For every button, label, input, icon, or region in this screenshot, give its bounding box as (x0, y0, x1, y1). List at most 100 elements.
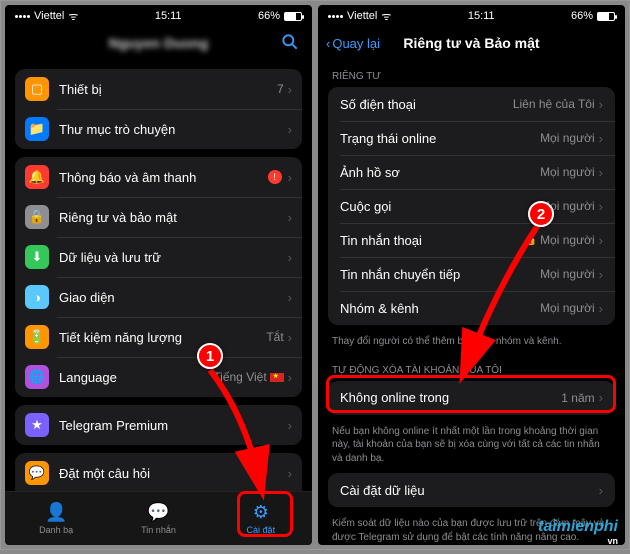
row-delete-account-if-away[interactable]: Không online trong 1 năm › (328, 381, 615, 415)
tab-bar: 👤 Danh bạ 💬 Tin nhắn ⚙ Cài đặt (5, 491, 312, 545)
globe-icon: 🌐 (25, 365, 49, 389)
row-voice-messages[interactable]: Tin nhắn thoại 🔒Mọi người › (328, 223, 615, 257)
messages-icon: 💬 (147, 502, 169, 523)
privacy-scroll: Riêng tư Số điện thoại Liên hệ của Tôi ›… (318, 61, 625, 545)
back-button[interactable]: ‹ Quay lại (326, 36, 380, 51)
row-label: Tin nhắn thoại (340, 233, 525, 248)
chevron-icon: › (288, 122, 292, 137)
flag-vn-icon (270, 373, 284, 382)
row-label: Telegram Premium (59, 418, 288, 433)
row-value: 7 (277, 82, 284, 96)
row-label: Cài đặt dữ liệu (340, 483, 599, 498)
section-autodelete-label: TỰ ĐỘNG XÓA TÀI KHOẢN CỦA TÔI (318, 355, 625, 379)
tab-label: Danh bạ (39, 525, 73, 535)
chevron-icon: › (599, 390, 603, 405)
lock-icon: 🔒 (25, 205, 49, 229)
tab-settings[interactable]: ⚙ Cài đặt (210, 492, 312, 545)
wifi-icon: ᯤ (68, 9, 78, 24)
data-icon: ⬇ (25, 245, 49, 269)
row-phone-number[interactable]: Số điện thoại Liên hệ của Tôi › (328, 87, 615, 121)
chevron-icon: › (599, 267, 603, 282)
row-profile-photo[interactable]: Ảnh hồ sơ Mọi người › (328, 155, 615, 189)
chevron-icon: › (288, 290, 292, 305)
chevron-icon: › (599, 165, 603, 180)
battery-icon (597, 12, 615, 21)
chevron-icon: › (288, 466, 292, 481)
row-premium[interactable]: ★ Telegram Premium › (15, 405, 302, 445)
autodelete-desc: Nếu bạn không online ít nhất một lần tro… (318, 421, 625, 472)
row-label: Thông báo và âm thanh (59, 170, 268, 185)
carrier-label: Viettel (34, 10, 64, 22)
row-label: Thư mục trò chuyện (59, 122, 288, 137)
header: ‹ Quay lại Riêng tư và Bảo mật (318, 25, 625, 61)
chevron-icon: › (599, 483, 603, 498)
badge-icon: ! (268, 170, 282, 184)
chevron-icon: › (599, 199, 603, 214)
row-label: Tiết kiệm năng lượng (59, 330, 266, 345)
gear-icon: ⚙ (253, 502, 269, 523)
devices-icon: ▢ (25, 77, 49, 101)
status-bar: Viettel ᯤ 15:11 66% (318, 5, 625, 25)
row-groups-channels[interactable]: Nhóm & kênh Mọi người › (328, 291, 615, 325)
row-value: Tiếng Việt (213, 370, 283, 384)
battery-percent: 66% (571, 10, 593, 22)
watermark: taimienphivn (538, 518, 618, 546)
row-privacy[interactable]: 🔒 Riêng tư và bảo mật › (15, 197, 302, 237)
chevron-icon: › (599, 97, 603, 112)
row-value: Mọi người (540, 267, 595, 281)
page-title: Riêng tư và Bảo mật (403, 35, 539, 51)
tab-messages[interactable]: 💬 Tin nhắn (107, 492, 209, 545)
row-value: Liên hệ của Tôi (513, 97, 595, 111)
tab-contacts[interactable]: 👤 Danh bạ (5, 492, 107, 545)
row-calls[interactable]: Cuộc gọi Mọi người › (328, 189, 615, 223)
chevron-icon: › (599, 131, 603, 146)
row-appearance[interactable]: ◑ Giao diện › (15, 277, 302, 317)
battery-icon (284, 12, 302, 21)
phone-left-settings: Viettel ᯤ 15:11 66% Nguyen Duong ▢ Thiết… (5, 5, 312, 545)
row-value: Mọi người (540, 131, 595, 145)
chevron-icon: › (288, 210, 292, 225)
row-last-seen[interactable]: Trạng thái online Mọi người › (328, 121, 615, 155)
row-chat-folders[interactable]: 📁 Thư mục trò chuyện › (15, 109, 302, 149)
battery-icon: 🔋 (25, 325, 49, 349)
signal-icon (15, 15, 30, 18)
contacts-icon: 👤 (45, 502, 67, 523)
chat-icon: 💬 (25, 461, 49, 485)
row-data-storage[interactable]: ⬇ Dữ liệu và lưu trữ › (15, 237, 302, 277)
status-time: 15:11 (155, 10, 182, 22)
chevron-icon: › (288, 250, 292, 265)
bell-icon: 🔔 (25, 165, 49, 189)
privacy-desc: Thay đổi người có thể thêm bạn vào nhóm … (318, 331, 625, 355)
header: Nguyen Duong (5, 25, 312, 61)
row-value: 1 năm (561, 391, 594, 405)
tab-label: Tin nhắn (141, 525, 176, 535)
row-label: Giao diện (59, 290, 288, 305)
row-label: Dữ liệu và lưu trữ (59, 250, 288, 265)
wifi-icon: ᯤ (381, 9, 391, 24)
row-power-saving[interactable]: 🔋 Tiết kiệm năng lượng Tắt › (15, 317, 302, 357)
chevron-icon: › (288, 418, 292, 433)
row-label: Nhóm & kênh (340, 301, 540, 316)
row-data-settings[interactable]: Cài đặt dữ liệu › (328, 473, 615, 507)
row-language[interactable]: 🌐 Language Tiếng Việt › (15, 357, 302, 397)
row-forwarded-messages[interactable]: Tin nhắn chuyển tiếp Mọi người › (328, 257, 615, 291)
row-value: Mọi người (540, 301, 595, 315)
signal-icon (328, 15, 343, 18)
row-value: 🔒Mọi người (525, 233, 595, 247)
lock-icon: 🔒 (525, 235, 537, 246)
row-label: Riêng tư và bảo mật (59, 210, 288, 225)
row-label: Số điện thoại (340, 97, 513, 112)
callout-2: 2 (528, 201, 554, 227)
row-label: Đặt một câu hỏi (59, 466, 288, 481)
row-label: Trạng thái online (340, 131, 540, 146)
search-icon[interactable] (280, 32, 300, 55)
star-icon: ★ (25, 413, 49, 437)
row-label: Thiết bị (59, 82, 277, 97)
row-label: Cuộc gọi (340, 199, 540, 214)
chevron-icon: › (288, 170, 292, 185)
battery-percent: 66% (258, 10, 280, 22)
tab-label: Cài đặt (247, 525, 276, 535)
row-notifications[interactable]: 🔔 Thông báo và âm thanh ! › (15, 157, 302, 197)
row-ask-question[interactable]: 💬 Đặt một câu hỏi › (15, 453, 302, 493)
row-devices[interactable]: ▢ Thiết bị 7 › (15, 69, 302, 109)
